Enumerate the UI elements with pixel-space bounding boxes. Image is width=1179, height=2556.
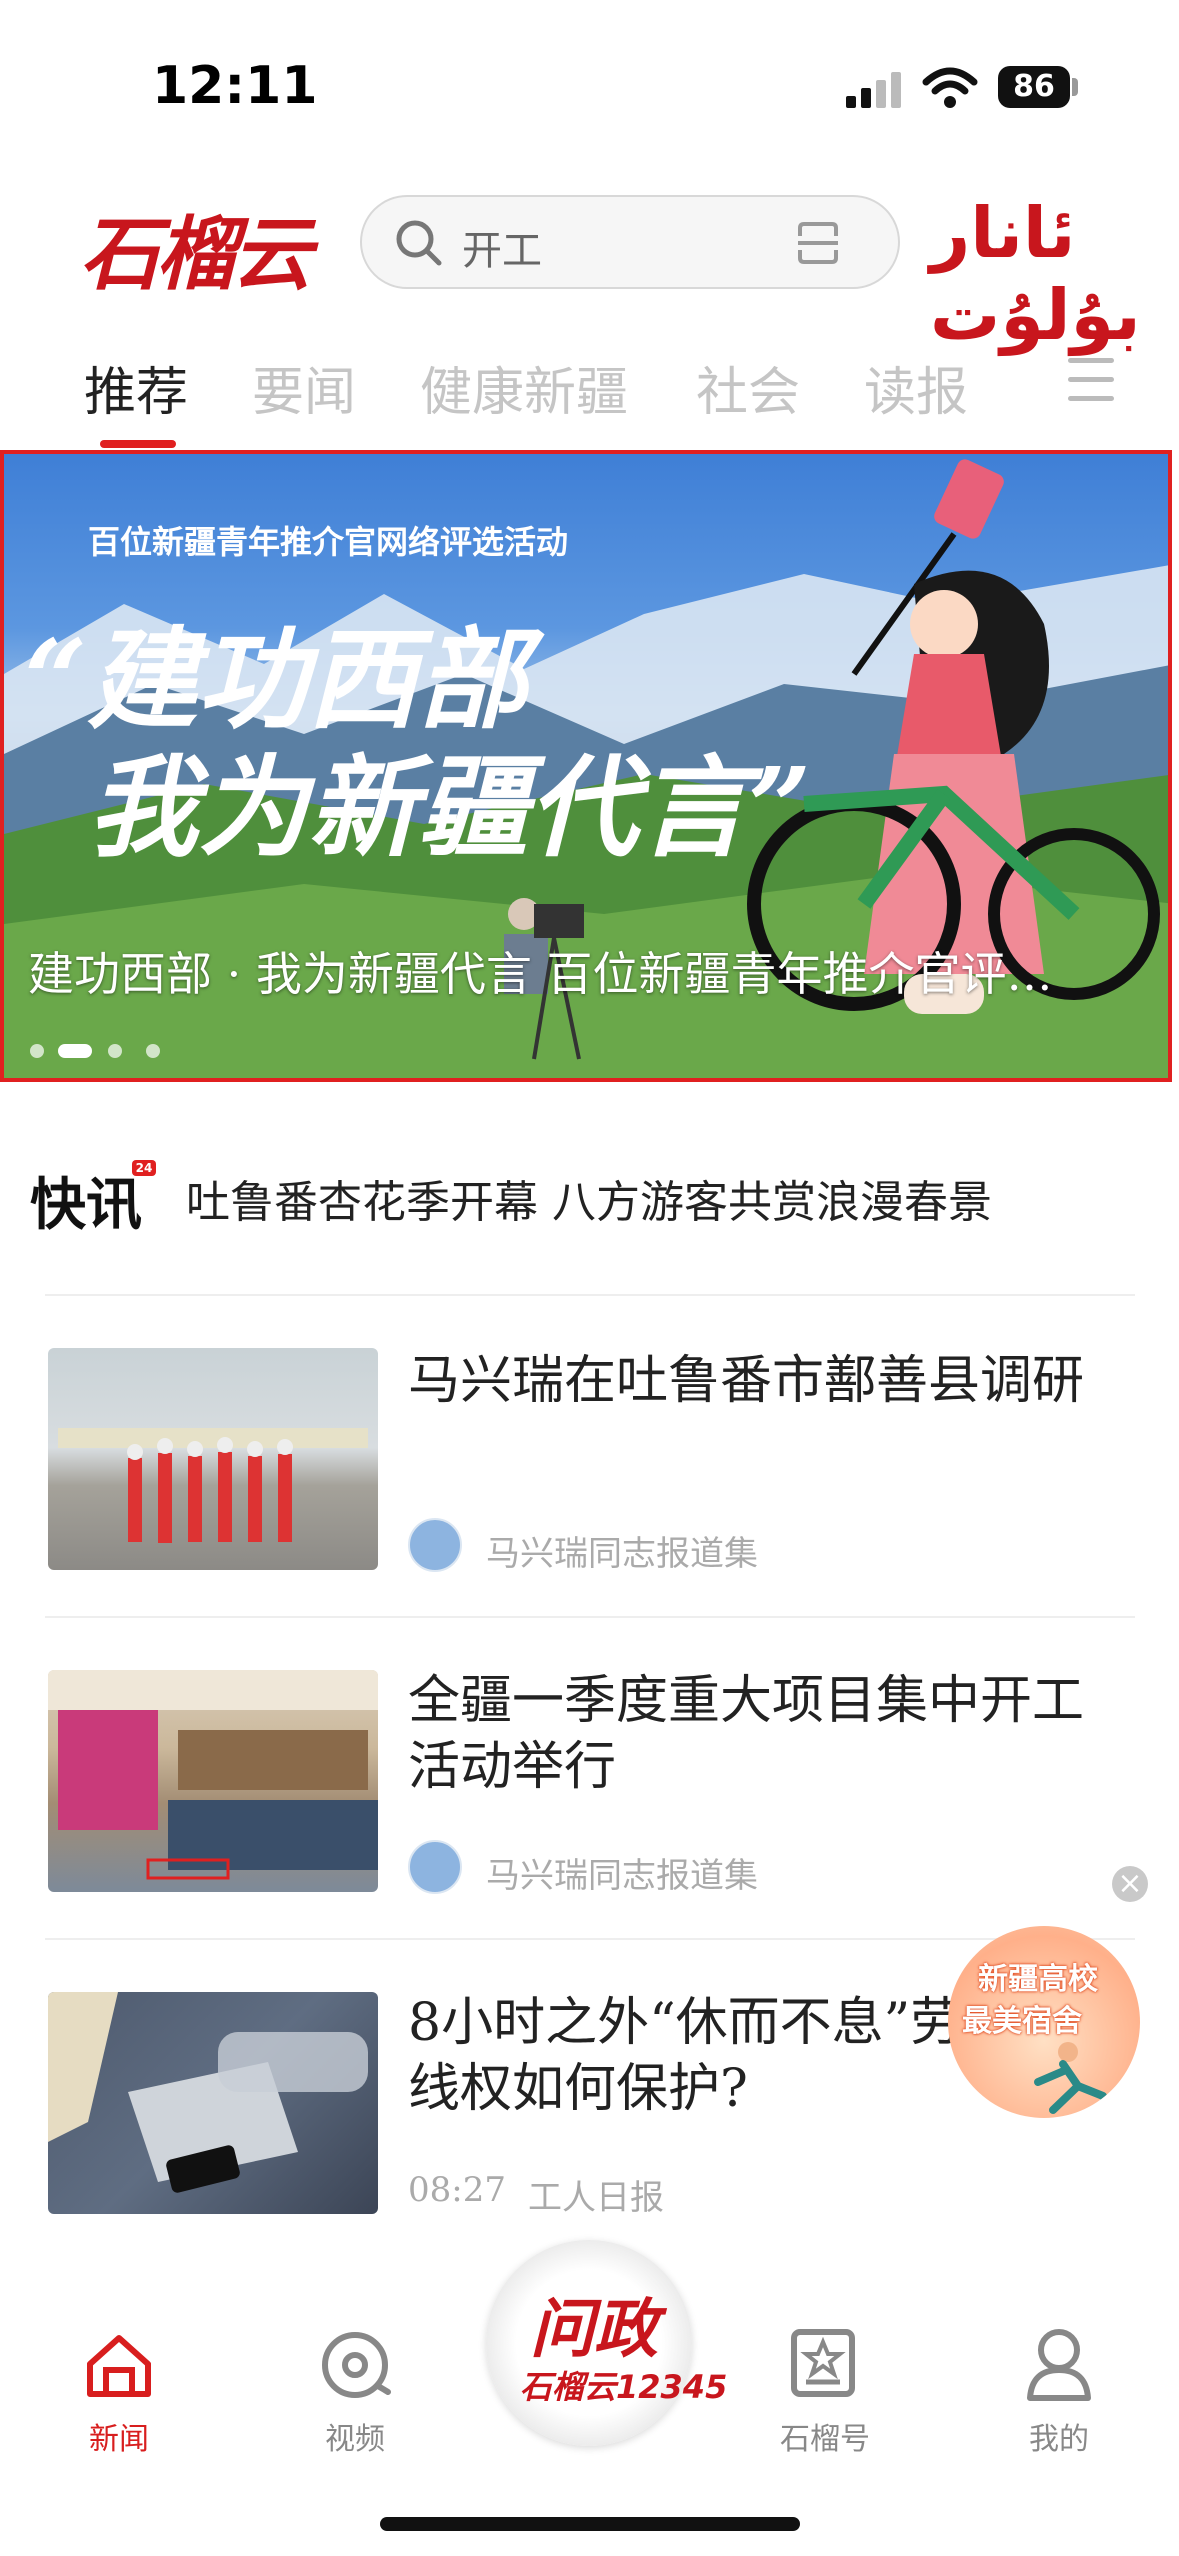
tab-society[interactable]: 社会 bbox=[696, 350, 800, 425]
cellular-signal-icon bbox=[846, 72, 901, 108]
avatar bbox=[408, 1840, 462, 1894]
search-icon bbox=[396, 220, 442, 266]
flash-news-label: 快讯 bbox=[30, 1172, 142, 1238]
news-source: 马兴瑞同志报道集 bbox=[486, 1856, 758, 1896]
battery-indicator: 86 bbox=[998, 66, 1070, 108]
uyghur-logo[interactable]: ئانار بۇلۇت bbox=[930, 192, 1179, 356]
nav-account-label[interactable]: 石榴号 bbox=[755, 2414, 895, 2458]
flash-news-text[interactable]: 吐鲁番杏花季开幕 八方游客共赏浪漫春景 bbox=[186, 1166, 992, 1230]
floating-ad-line2: 最美宿舍 bbox=[962, 2004, 1082, 2039]
news-thumbnail bbox=[48, 1348, 378, 1570]
wenzheng-title: 问政 bbox=[530, 2292, 658, 2367]
battery-tip bbox=[1072, 78, 1078, 96]
news-thumbnail-image bbox=[48, 1670, 378, 1880]
nav-video-label[interactable]: 视频 bbox=[285, 2414, 425, 2458]
wenzheng-subtitle: 石榴云12345 bbox=[520, 2368, 728, 2406]
banner-caption: 建功西部 · 我为新疆代言 百位新疆青年推介官评… bbox=[28, 947, 1053, 1001]
floating-ad-line1: 新疆高校 bbox=[978, 1962, 1098, 1997]
news-time: 08:27 bbox=[408, 2170, 506, 2210]
avatar bbox=[408, 1518, 462, 1572]
status-time: 12:11 bbox=[152, 56, 318, 116]
tab-headlines[interactable]: 要闻 bbox=[252, 350, 356, 425]
search-placeholder[interactable]: 开工 bbox=[462, 218, 542, 276]
scan-icon[interactable] bbox=[796, 220, 840, 266]
divider bbox=[45, 1294, 1135, 1296]
video-icon[interactable] bbox=[318, 2328, 392, 2402]
carousel-dot-3[interactable] bbox=[108, 1044, 122, 1058]
news-thumbnail bbox=[48, 1992, 378, 2214]
news-source: 工人日报 bbox=[528, 2178, 664, 2218]
news-thumbnail-image bbox=[58, 1428, 368, 1543]
tab-recommend[interactable]: 推荐 bbox=[84, 350, 188, 425]
home-icon[interactable] bbox=[84, 2330, 154, 2400]
home-indicator bbox=[380, 2517, 800, 2531]
app-logo[interactable]: 石榴云 bbox=[80, 190, 312, 306]
user-icon[interactable] bbox=[1022, 2324, 1096, 2404]
tab-newspaper[interactable]: 读报 bbox=[864, 350, 968, 425]
news-thumbnail bbox=[48, 1670, 378, 1892]
divider bbox=[45, 1938, 1135, 1940]
divider bbox=[45, 1616, 1135, 1618]
close-icon[interactable]: × bbox=[1112, 1866, 1148, 1902]
flash-24h-badge: 24 bbox=[132, 1160, 156, 1176]
news-title[interactable]: 马兴瑞在吐鲁番市鄯善县调研 bbox=[408, 1348, 1128, 1414]
runner-illustration bbox=[1034, 2042, 1107, 2114]
banner-headline-line2: 我为新疆代言” bbox=[88, 743, 812, 872]
nav-me-label[interactable]: 我的 bbox=[989, 2414, 1129, 2458]
carousel-dot-4[interactable] bbox=[146, 1044, 160, 1058]
news-thumbnail-image bbox=[48, 1992, 368, 2193]
floating-ad-badge[interactable]: 新疆高校 最美宿舍 bbox=[948, 1926, 1140, 2118]
active-tab-indicator bbox=[100, 440, 176, 448]
carousel-dot-2[interactable] bbox=[58, 1044, 92, 1058]
account-icon[interactable] bbox=[788, 2326, 858, 2402]
carousel-dot-1[interactable] bbox=[30, 1044, 44, 1058]
wifi-icon bbox=[922, 67, 978, 108]
news-source: 马兴瑞同志报道集 bbox=[486, 1534, 758, 1574]
menu-icon[interactable] bbox=[1062, 350, 1122, 410]
banner-subtitle: 百位新疆青年推介官网络评选活动 bbox=[88, 523, 569, 561]
nav-news-label[interactable]: 新闻 bbox=[49, 2414, 189, 2458]
news-title[interactable]: 全疆一季度重大项目集中开工活动举行 bbox=[408, 1668, 1128, 1800]
tab-health-xinjiang[interactable]: 健康新疆 bbox=[420, 350, 628, 425]
